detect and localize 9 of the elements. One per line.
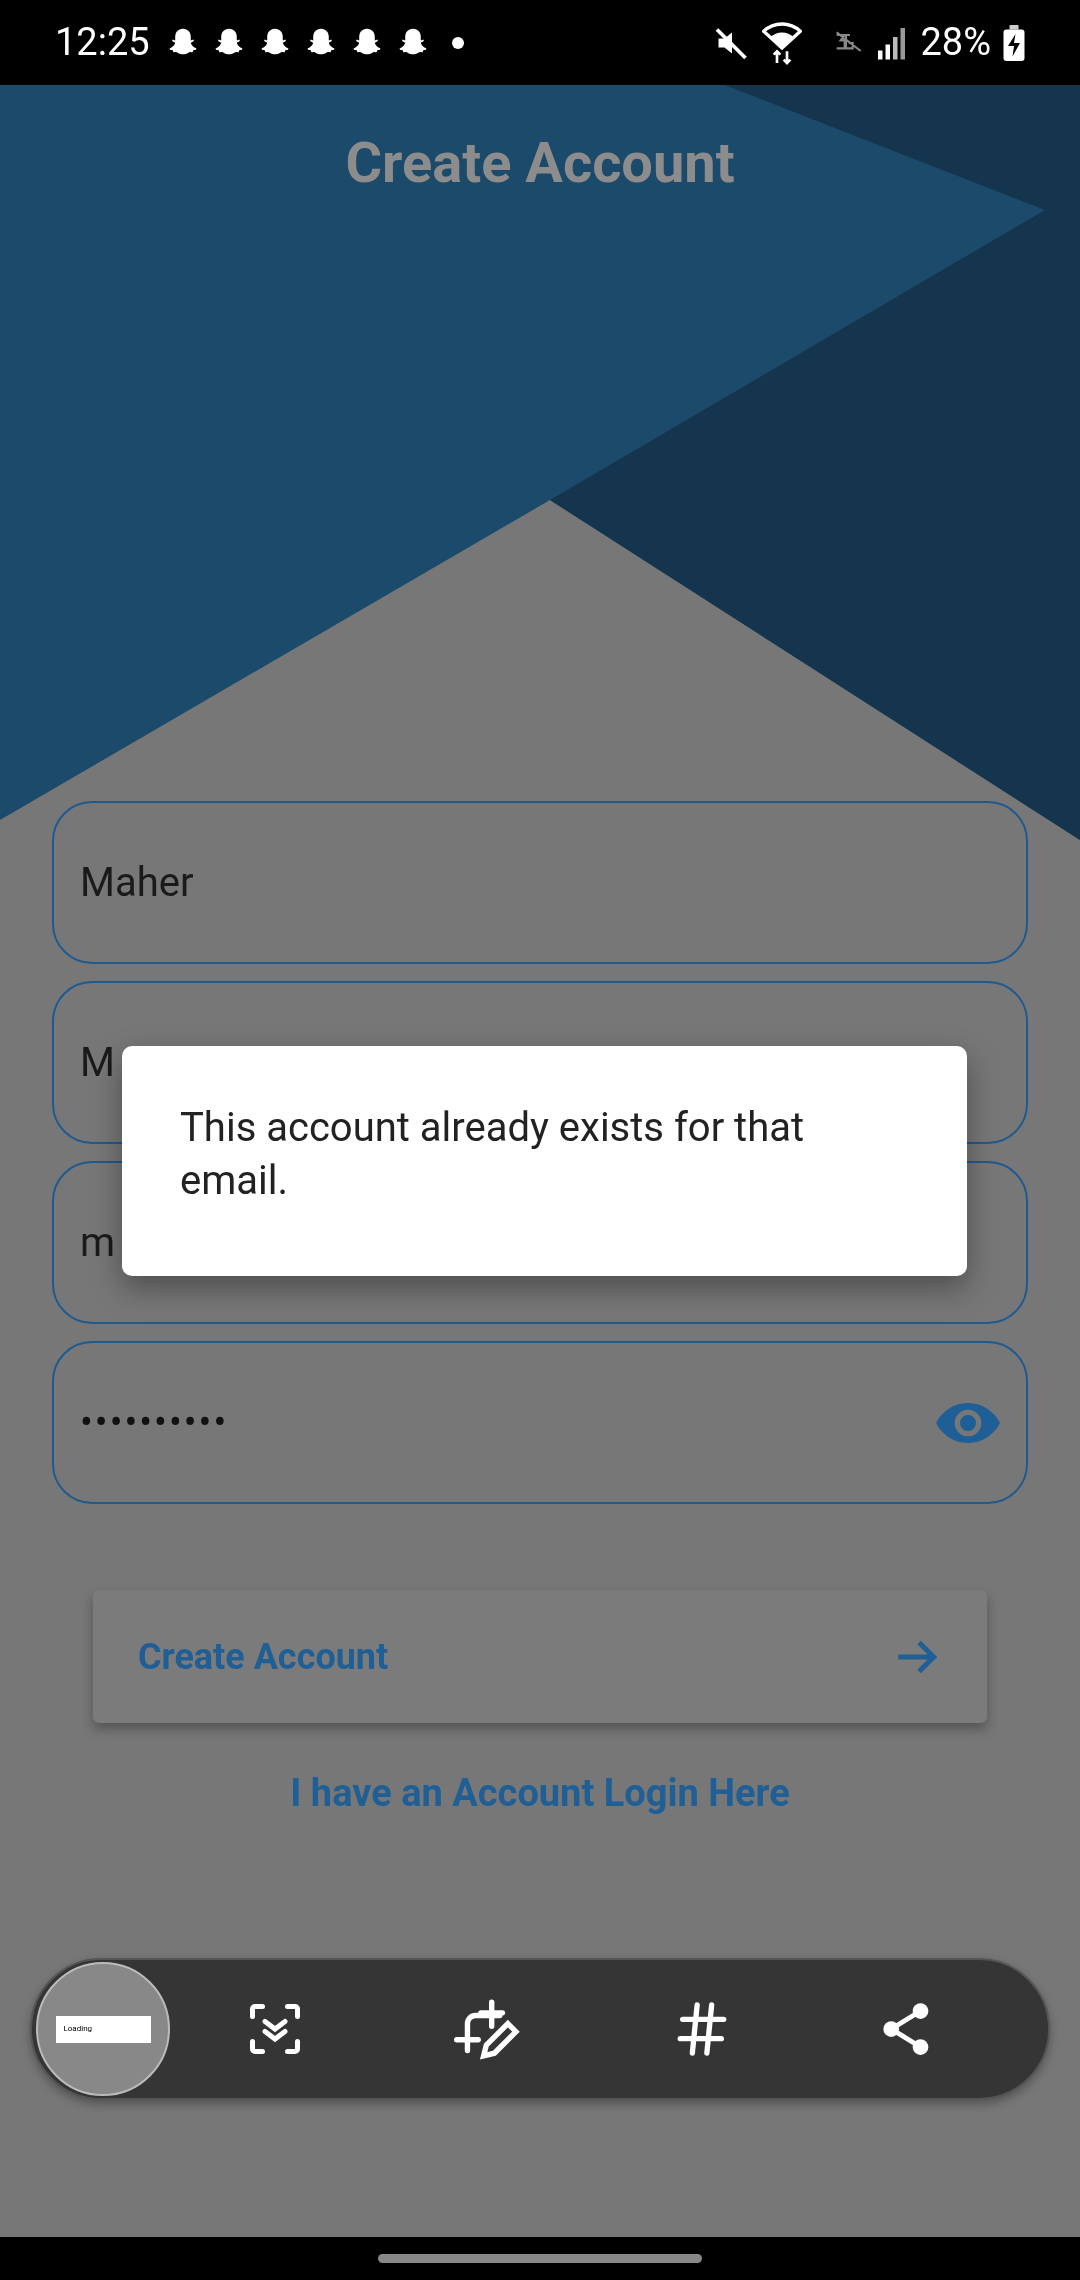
clock: 12:25 [55,19,150,66]
battery-percentage: 28% [920,19,991,66]
page-title: Create Account [344,129,736,198]
field-value: m [80,1217,117,1268]
field-value: •••••••••• [80,1399,230,1446]
field-value: M [80,1037,116,1088]
field-value: Maher [80,857,195,908]
thumbnail-text: Loading [55,2015,151,2043]
dialog-message: This account already exists for that email. [180,1103,806,1206]
